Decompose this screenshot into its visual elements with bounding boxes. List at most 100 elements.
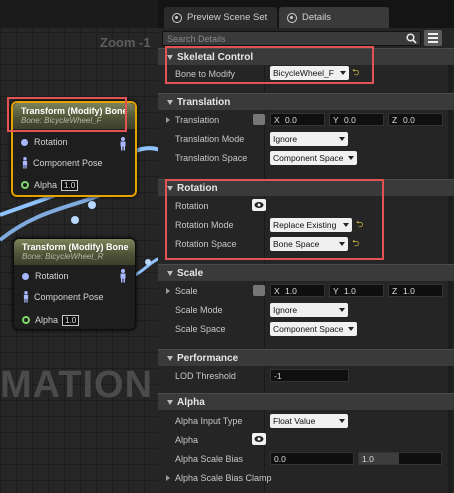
alpha-scale-bias-max-field[interactable]: 1.0: [358, 452, 442, 465]
tab-details[interactable]: Details: [279, 7, 389, 28]
scale-y-field[interactable]: Y 1.0: [329, 284, 384, 297]
section-title: Translation: [177, 96, 231, 108]
field-value: 1.0: [344, 285, 356, 296]
axis-label: X: [274, 285, 280, 296]
transform-bone-node-rear[interactable]: Transform (Modify) Bone Bone: BicycleWhe…: [13, 238, 136, 330]
expand-arrow-icon[interactable]: [166, 474, 170, 481]
axis-label: Y: [333, 285, 339, 296]
section-alpha[interactable]: Alpha: [158, 393, 454, 410]
property-label: Alpha Scale Bias: [175, 453, 244, 464]
pin-component-pose[interactable]: Component Pose: [22, 291, 104, 303]
link-toggle-button[interactable]: [253, 114, 265, 125]
output-pose-pin-icon[interactable]: [119, 269, 127, 283]
field-value: 0.0: [285, 114, 297, 125]
node-title: Transform (Modify) Bone: [22, 242, 129, 252]
dropdown-value: Float Value: [273, 416, 316, 426]
rotation-pin-icon[interactable]: [22, 272, 29, 280]
property-label: Alpha Scale Bias Clamp: [175, 472, 272, 483]
pin-alpha[interactable]: Alpha 1.0: [21, 179, 79, 191]
chevron-down-icon: [348, 156, 354, 160]
field-value: 1.0: [403, 285, 415, 296]
dropdown-value: Component Space: [273, 153, 344, 163]
translation-z-field[interactable]: Z 0.0: [388, 113, 443, 126]
pin-alpha[interactable]: Alpha 1.0: [22, 314, 80, 326]
rotation-pin-icon[interactable]: [21, 138, 28, 146]
translation-y-field[interactable]: Y 0.0: [329, 113, 384, 126]
scale-mode-dropdown[interactable]: Ignore: [270, 303, 348, 317]
tab-label: Preview Scene Set: [187, 12, 268, 23]
row-alpha: Alpha: [158, 430, 454, 449]
alpha-value-field[interactable]: 1.0: [62, 314, 80, 326]
expand-arrow-icon[interactable]: [166, 116, 170, 123]
collapse-arrow-icon[interactable]: [167, 399, 173, 405]
property-label: LOD Threshold: [175, 370, 236, 381]
details-panel: Preview Scene Set Details Skeletal Contr…: [158, 0, 454, 493]
field-value: 1.0: [285, 285, 297, 296]
tab-preview-scene-set[interactable]: Preview Scene Set: [164, 7, 277, 28]
field-value: -1: [274, 370, 282, 381]
search-details-box[interactable]: [162, 31, 421, 46]
pin-rotation[interactable]: Rotation: [22, 270, 69, 282]
scale-z-field[interactable]: Z 1.0: [388, 284, 443, 297]
field-value: 0.0: [344, 114, 356, 125]
pin-label: Rotation: [34, 137, 68, 147]
axis-label: Y: [333, 114, 339, 125]
link-toggle-button[interactable]: [253, 285, 265, 296]
translation-mode-dropdown[interactable]: Ignore: [270, 132, 348, 146]
section-title: Scale: [177, 267, 204, 279]
alpha-scale-bias-min-field[interactable]: 0.0: [270, 452, 354, 465]
alpha-pin-toggle[interactable]: [252, 433, 266, 445]
scale-x-field[interactable]: X 1.0: [270, 284, 325, 297]
chevron-down-icon: [339, 419, 345, 423]
collapse-arrow-icon[interactable]: [167, 270, 173, 276]
property-label: Translation Space: [175, 152, 248, 163]
wire-knot-2: [71, 216, 79, 224]
search-input[interactable]: [163, 33, 403, 44]
collapse-arrow-icon[interactable]: [167, 99, 173, 105]
alpha-pin-icon[interactable]: [21, 181, 29, 189]
field-value: 0.0: [274, 454, 286, 464]
pose-pin-icon[interactable]: [22, 291, 30, 303]
axis-label: Z: [392, 285, 398, 296]
wire-knot-1: [88, 201, 96, 209]
section-title: Alpha: [177, 396, 205, 408]
pin-label: Alpha: [34, 180, 58, 190]
pin-component-pose[interactable]: Component Pose: [21, 157, 103, 169]
collapse-arrow-icon[interactable]: [167, 355, 173, 361]
section-translation[interactable]: Translation: [158, 93, 454, 110]
scale-space-dropdown[interactable]: Component Space: [270, 322, 357, 336]
chevron-down-icon: [339, 308, 345, 312]
dropdown-value: Ignore: [273, 134, 298, 144]
alpha-pin-icon[interactable]: [22, 316, 30, 324]
tab-label: Details: [302, 12, 332, 23]
search-icon[interactable]: [406, 33, 417, 44]
eye-icon: [254, 436, 264, 442]
node-subtitle: Bone: BicycleWheel_R: [22, 252, 104, 261]
chevron-down-icon: [339, 137, 345, 141]
lod-threshold-field[interactable]: -1: [270, 369, 349, 382]
alpha-value-field[interactable]: 1.0: [61, 179, 79, 191]
dropdown-value: Component Space: [273, 324, 344, 334]
property-label: Alpha: [175, 434, 199, 445]
details-icon: [287, 12, 297, 23]
section-scale[interactable]: Scale: [158, 264, 454, 281]
output-pose-pin-icon[interactable]: [119, 137, 127, 151]
highlight-node-title: [7, 97, 127, 132]
property-label: Scale: [175, 285, 198, 296]
field-value: 0.0: [403, 114, 415, 125]
property-label: Translation Mode: [175, 133, 245, 144]
translation-space-dropdown[interactable]: Component Space: [270, 151, 357, 165]
section-performance[interactable]: Performance: [158, 349, 454, 366]
translation-x-field[interactable]: X 0.0: [270, 113, 325, 126]
view-options-button[interactable]: [424, 30, 442, 46]
highlight-rotation: [165, 179, 384, 260]
node-header: Transform (Modify) Bone Bone: BicycleWhe…: [14, 239, 135, 265]
pin-rotation[interactable]: Rotation: [21, 136, 68, 148]
anim-graph-panel[interactable]: Zoom -1 MATION Transform (Modify) Bone B…: [0, 0, 158, 493]
pose-pin-icon[interactable]: [21, 157, 29, 169]
property-label: Scale Space: [175, 323, 226, 334]
axis-label: X: [274, 114, 280, 125]
alpha-input-type-dropdown[interactable]: Float Value: [270, 414, 348, 428]
property-label: Scale Mode: [175, 304, 223, 315]
expand-arrow-icon[interactable]: [166, 287, 170, 294]
